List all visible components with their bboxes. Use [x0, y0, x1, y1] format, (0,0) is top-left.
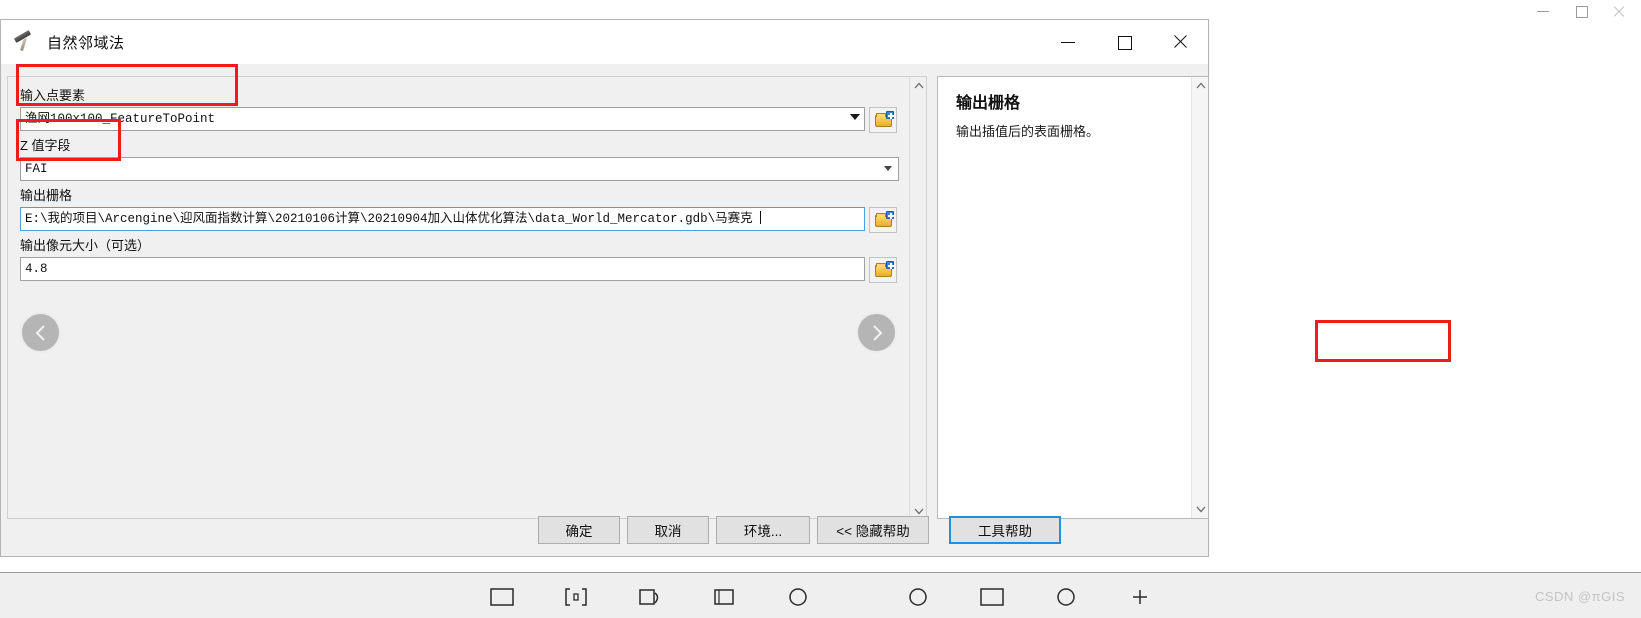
chevron-down-icon[interactable] [884, 166, 892, 171]
input-point-features-combobox[interactable]: 渔网100x100_FeatureToPoint [20, 107, 865, 131]
dialog-title: 自然邻域法 [47, 34, 125, 52]
output-cell-size-input[interactable]: 4.8 [20, 257, 865, 281]
ok-button[interactable]: 确定 [538, 516, 620, 544]
help-title: 输出栅格 [956, 95, 1021, 112]
z-value-field-combobox[interactable]: FAI [20, 157, 899, 181]
environments-button[interactable]: 环境... [716, 516, 810, 544]
close-button[interactable] [1152, 20, 1208, 64]
field-output-cell-size: 输出像元大小（可选） 4.8 [20, 235, 918, 283]
tool-help-button[interactable]: 工具帮助 [949, 516, 1061, 544]
field-z-value: Z 值字段 FAI [20, 135, 918, 181]
previous-page-button[interactable] [20, 312, 61, 353]
taskbar-icons [490, 587, 1154, 609]
add-badge-icon [886, 211, 894, 219]
field-label: 输出栅格 [20, 188, 73, 203]
parameter-form-pane: 输入点要素 渔网100x100_FeatureToPoint Z 值字段 FAI… [7, 76, 927, 519]
z-value-field-value: FAI [25, 162, 48, 176]
chevron-down-icon[interactable] [850, 114, 860, 120]
watermark: CSDN @πGIS [1534, 589, 1625, 604]
background-maximize-icon[interactable] [1575, 5, 1588, 18]
plus-icon[interactable] [1128, 587, 1154, 609]
geoprocessing-dialog: 自然邻域法 输入点要素 渔网100x100_FeatureToPoint Z 值… [0, 19, 1209, 557]
field-label: 输出像元大小（可选） [20, 238, 151, 253]
taskbar: CSDN @πGIS [0, 572, 1641, 618]
dialog-window-buttons [1040, 20, 1208, 64]
circle2-icon[interactable] [906, 587, 932, 609]
circle3-icon[interactable] [1054, 587, 1080, 609]
background-minimize-icon[interactable] [1537, 5, 1549, 17]
field-label: 输入点要素 [20, 88, 86, 103]
help-pane: 输出栅格 输出插值后的表面栅格。 [937, 76, 1209, 519]
help-scroll-up-icon[interactable] [1192, 77, 1209, 94]
chevron-left-icon [35, 324, 45, 341]
help-scrollbar[interactable] [1191, 77, 1208, 518]
scroll-up-icon[interactable] [910, 77, 926, 94]
field-label: Z 值字段 [20, 138, 71, 153]
output-raster-input[interactable]: E:\我的项目\Arcengine\迎风面指数计算\20210106计算\202… [20, 207, 865, 231]
input-point-features-value: 渔网100x100_FeatureToPoint [25, 112, 216, 126]
input-point-features-browse-button[interactable] [869, 107, 897, 133]
circle-icon[interactable] [786, 587, 812, 609]
hide-help-button[interactable]: << 隐藏帮助 [817, 516, 929, 544]
output-cell-size-value: 4.8 [25, 262, 48, 276]
output-cell-size-browse-button[interactable] [869, 257, 897, 283]
window2-icon[interactable] [980, 587, 1006, 609]
hammer-tool-icon [11, 30, 41, 54]
media-icon[interactable] [638, 587, 664, 609]
output-raster-value: E:\我的项目\Arcengine\迎风面指数计算\20210106计算\202… [25, 212, 753, 226]
dialog-body: 输入点要素 渔网100x100_FeatureToPoint Z 值字段 FAI… [1, 64, 1209, 556]
background-close-icon[interactable] [1613, 5, 1625, 17]
maximize-button[interactable] [1096, 20, 1152, 64]
chevron-right-icon [872, 324, 882, 341]
dialog-button-row: 确定 取消 环境... << 隐藏帮助 工具帮助 [1, 516, 1208, 544]
help-body: 输出插值后的表面栅格。 [956, 124, 1100, 139]
catalog-tree-panel: 等高线提取.tbx工具箱.pyt系统工具箱3D Analyst Tools.tb… [1217, 18, 1641, 573]
frame-icon[interactable] [712, 587, 738, 609]
window-icon[interactable] [490, 587, 516, 609]
field-output-raster: 输出栅格 E:\我的项目\Arcengine\迎风面指数计算\20210106计… [20, 185, 918, 233]
minimize-button[interactable] [1040, 20, 1096, 64]
next-page-button[interactable] [856, 312, 897, 353]
output-raster-browse-button[interactable] [869, 207, 897, 233]
add-badge-icon [886, 261, 894, 269]
cancel-button[interactable]: 取消 [627, 516, 709, 544]
brackets-icon[interactable] [564, 587, 590, 609]
add-badge-icon [886, 111, 894, 119]
field-input-point-features: 输入点要素 渔网100x100_FeatureToPoint [20, 85, 918, 133]
dialog-titlebar: 自然邻域法 [1, 20, 1208, 64]
form-scrollbar[interactable] [909, 77, 926, 518]
screen-root: 等高线提取.tbx工具箱.pyt系统工具箱3D Analyst Tools.tb… [0, 0, 1641, 618]
